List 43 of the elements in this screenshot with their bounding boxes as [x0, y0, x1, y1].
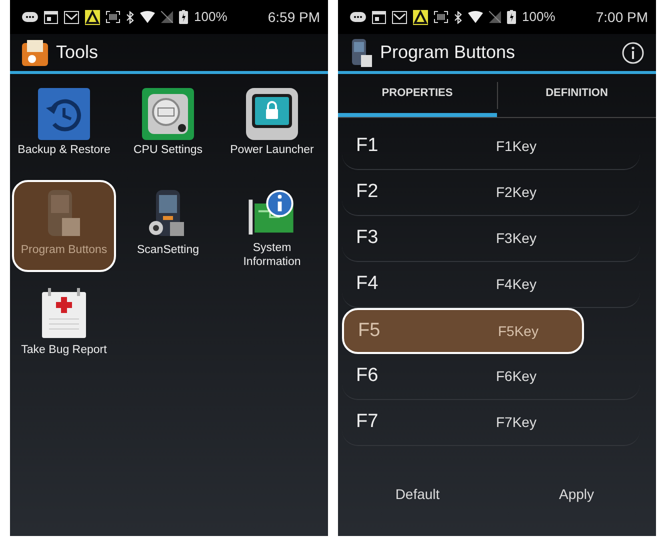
message-icon — [22, 11, 38, 23]
battery-percent: 100% — [522, 8, 556, 26]
tab[interactable]: PROPERTIES — [338, 74, 496, 117]
action-button[interactable]: Apply — [497, 476, 656, 513]
app-tile[interactable]: ScanSetting — [116, 180, 220, 272]
app-tile[interactable]: Backup & Restore — [12, 80, 116, 172]
info-icon[interactable] — [622, 42, 644, 64]
wifi-icon — [468, 11, 483, 23]
bluetooth-icon — [126, 10, 134, 24]
key-row[interactable]: F3 F3Key — [342, 216, 640, 262]
key-row[interactable]: F5 F5Key — [342, 308, 584, 354]
wifi-icon — [140, 11, 155, 23]
battery-icon — [179, 10, 188, 24]
clock-time: 6:59 PM — [268, 8, 320, 26]
key-row[interactable]: F2 F2Key — [342, 170, 640, 216]
app-tile[interactable]: System Information — [220, 180, 324, 272]
bluetooth-icon — [454, 10, 462, 24]
app-tile[interactable]: Program Buttons — [12, 180, 116, 272]
calendar-icon — [44, 10, 58, 24]
action-button[interactable]: Default — [338, 476, 497, 513]
tab[interactable]: DEFINITION — [498, 74, 656, 117]
app-tile[interactable]: Take Bug Report — [12, 280, 116, 372]
screen-title: Program Buttons — [380, 41, 516, 64]
clock-time: 7:00 PM — [596, 8, 648, 26]
mail-icon — [392, 10, 407, 24]
message-icon — [350, 11, 366, 23]
mail-icon — [64, 10, 79, 24]
battery-icon — [507, 10, 516, 24]
no-signal-icon — [161, 11, 173, 23]
restore-clock-icon — [38, 88, 90, 140]
key-row[interactable]: F6 F6Key — [342, 354, 640, 400]
app-tile[interactable]: CPU Settings — [116, 80, 220, 172]
key-row[interactable]: F1 F1Key — [342, 124, 640, 170]
lock-screen-icon — [246, 88, 298, 140]
scan-icon — [434, 11, 448, 23]
battery-percent: 100% — [194, 8, 228, 26]
handheld-device-icon — [350, 38, 372, 66]
scan-icon — [106, 11, 120, 23]
no-signal-icon — [489, 11, 501, 23]
app-tile[interactable]: Power Launcher — [220, 80, 324, 172]
key-row[interactable]: F7 F7Key — [342, 400, 640, 446]
screen-title: Tools — [56, 41, 98, 64]
calendar-icon — [372, 10, 386, 24]
